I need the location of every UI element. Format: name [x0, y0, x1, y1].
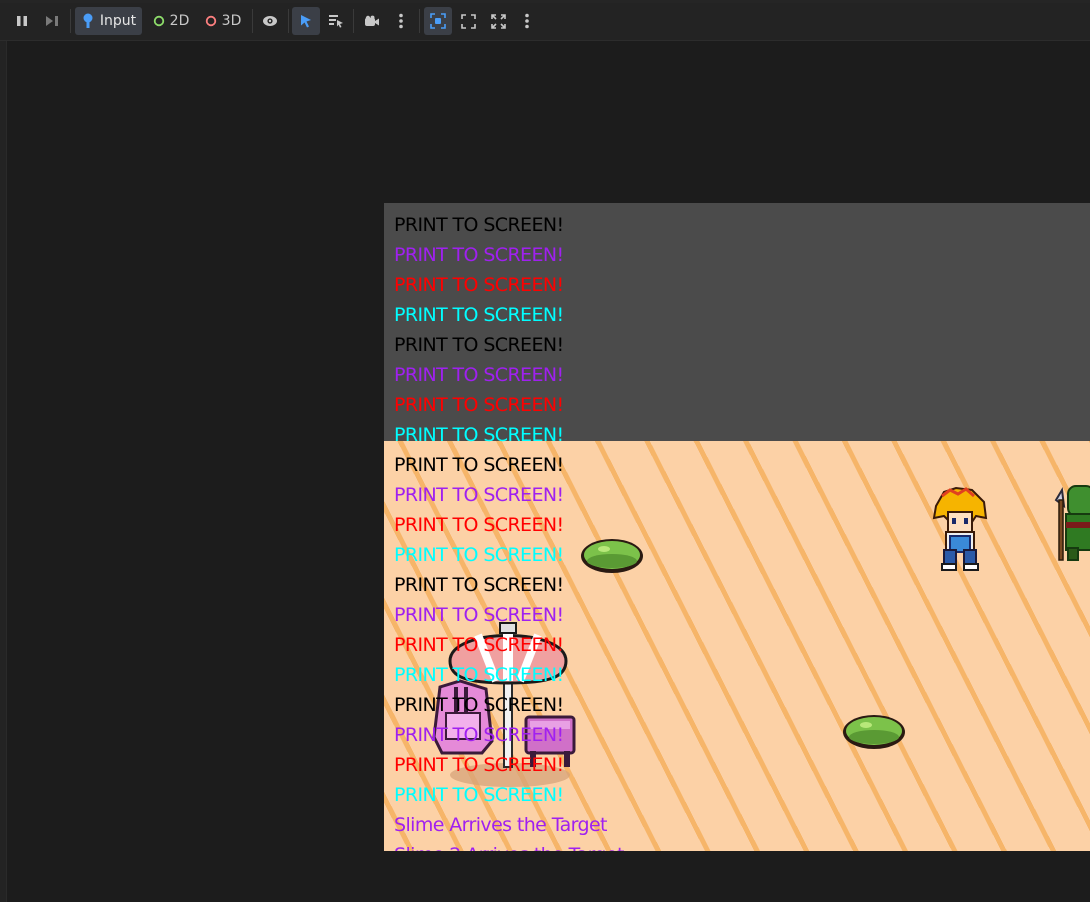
viewport-left-edge — [0, 41, 7, 902]
input-mode-button[interactable]: Input — [75, 7, 142, 35]
orc-enemy-sprite — [1054, 485, 1090, 561]
log-line: PRINT TO SCREEN! — [394, 274, 564, 296]
print-to-screen-log: PRINT TO SCREEN! PRINT TO SCREEN! PRINT TO… — [394, 210, 794, 851]
mode-3d-label: 3D — [221, 13, 242, 29]
camera-options-menu[interactable] — [391, 7, 411, 35]
mode-3d-button[interactable]: 3D — [200, 7, 246, 35]
log-line: PRINT TO SCREEN! — [394, 514, 564, 536]
hero-character-sprite — [932, 486, 988, 571]
log-line: PRINT TO SCREEN! — [394, 454, 564, 476]
2d-node-icon — [153, 15, 164, 27]
select-tool-button[interactable] — [292, 7, 320, 35]
toolbar-separator — [288, 9, 289, 33]
log-line: PRINT TO SCREEN! — [394, 664, 564, 686]
cursor-arrow-icon — [301, 15, 311, 28]
log-line: Slime Arrives the Target — [394, 814, 608, 836]
log-line: PRINT TO SCREEN! — [394, 334, 564, 356]
fullscreen-button[interactable] — [486, 7, 510, 35]
running-game-window[interactable]: PRINT TO SCREEN! PRINT TO SCREEN! PRINT TO… — [384, 203, 1090, 851]
input-mode-label: Input — [99, 13, 137, 29]
kebab-menu-icon — [399, 13, 403, 29]
log-line: PRINT TO SCREEN! — [394, 214, 564, 236]
expand-corners-icon — [460, 13, 476, 29]
log-line: PRINT TO SCREEN! — [394, 574, 564, 596]
log-line: PRINT TO SCREEN! — [394, 694, 564, 716]
log-line: PRINT TO SCREEN! — [394, 304, 564, 326]
keep-aspect-button[interactable] — [456, 7, 480, 35]
3d-node-icon — [205, 15, 216, 27]
mode-2d-label: 2D — [169, 13, 190, 29]
log-line: PRINT TO SCREEN! — [394, 604, 564, 626]
log-line: PRINT TO SCREEN! — [394, 634, 564, 656]
embed-game-button[interactable] — [424, 7, 452, 35]
log-line: PRINT TO SCREEN! — [394, 424, 564, 446]
log-line: PRINT TO SCREEN! — [394, 754, 564, 776]
camera-icon — [365, 15, 379, 26]
log-line: PRINT TO SCREEN! — [394, 364, 564, 386]
pause-button[interactable] — [11, 7, 33, 35]
mode-2d-button[interactable]: 2D — [148, 7, 194, 35]
camera-override-button[interactable] — [360, 7, 384, 35]
embed-window-icon — [430, 13, 446, 29]
kebab-menu-icon — [525, 13, 529, 29]
joypad-icon — [83, 13, 93, 28]
toolbar-separator — [353, 9, 354, 33]
eye-icon — [263, 16, 277, 26]
log-line: PRINT TO SCREEN! — [394, 244, 564, 266]
log-line: PRINT TO SCREEN! — [394, 784, 564, 806]
next-frame-button[interactable] — [41, 7, 63, 35]
toolbar-separator — [252, 9, 253, 33]
log-line: PRINT TO SCREEN! — [394, 544, 564, 566]
list-select-icon — [329, 15, 343, 28]
list-select-button[interactable] — [324, 7, 348, 35]
embed-options-menu[interactable] — [517, 7, 537, 35]
toolbar-separator — [70, 9, 71, 33]
pause-icon — [17, 16, 27, 26]
fullscreen-icon — [490, 13, 506, 29]
slime-sprite — [843, 715, 905, 749]
log-line: PRINT TO SCREEN! — [394, 394, 564, 416]
toolbar-separator — [419, 9, 420, 33]
log-line: PRINT TO SCREEN! — [394, 724, 564, 746]
game-view-toolbar: Input 2D 3D — [0, 3, 1090, 41]
log-line: PRINT TO SCREEN! — [394, 484, 564, 506]
log-line: Slime 2 Arrives the Target — [394, 840, 794, 851]
visibility-button[interactable] — [258, 7, 282, 35]
step-frame-icon — [46, 16, 58, 26]
